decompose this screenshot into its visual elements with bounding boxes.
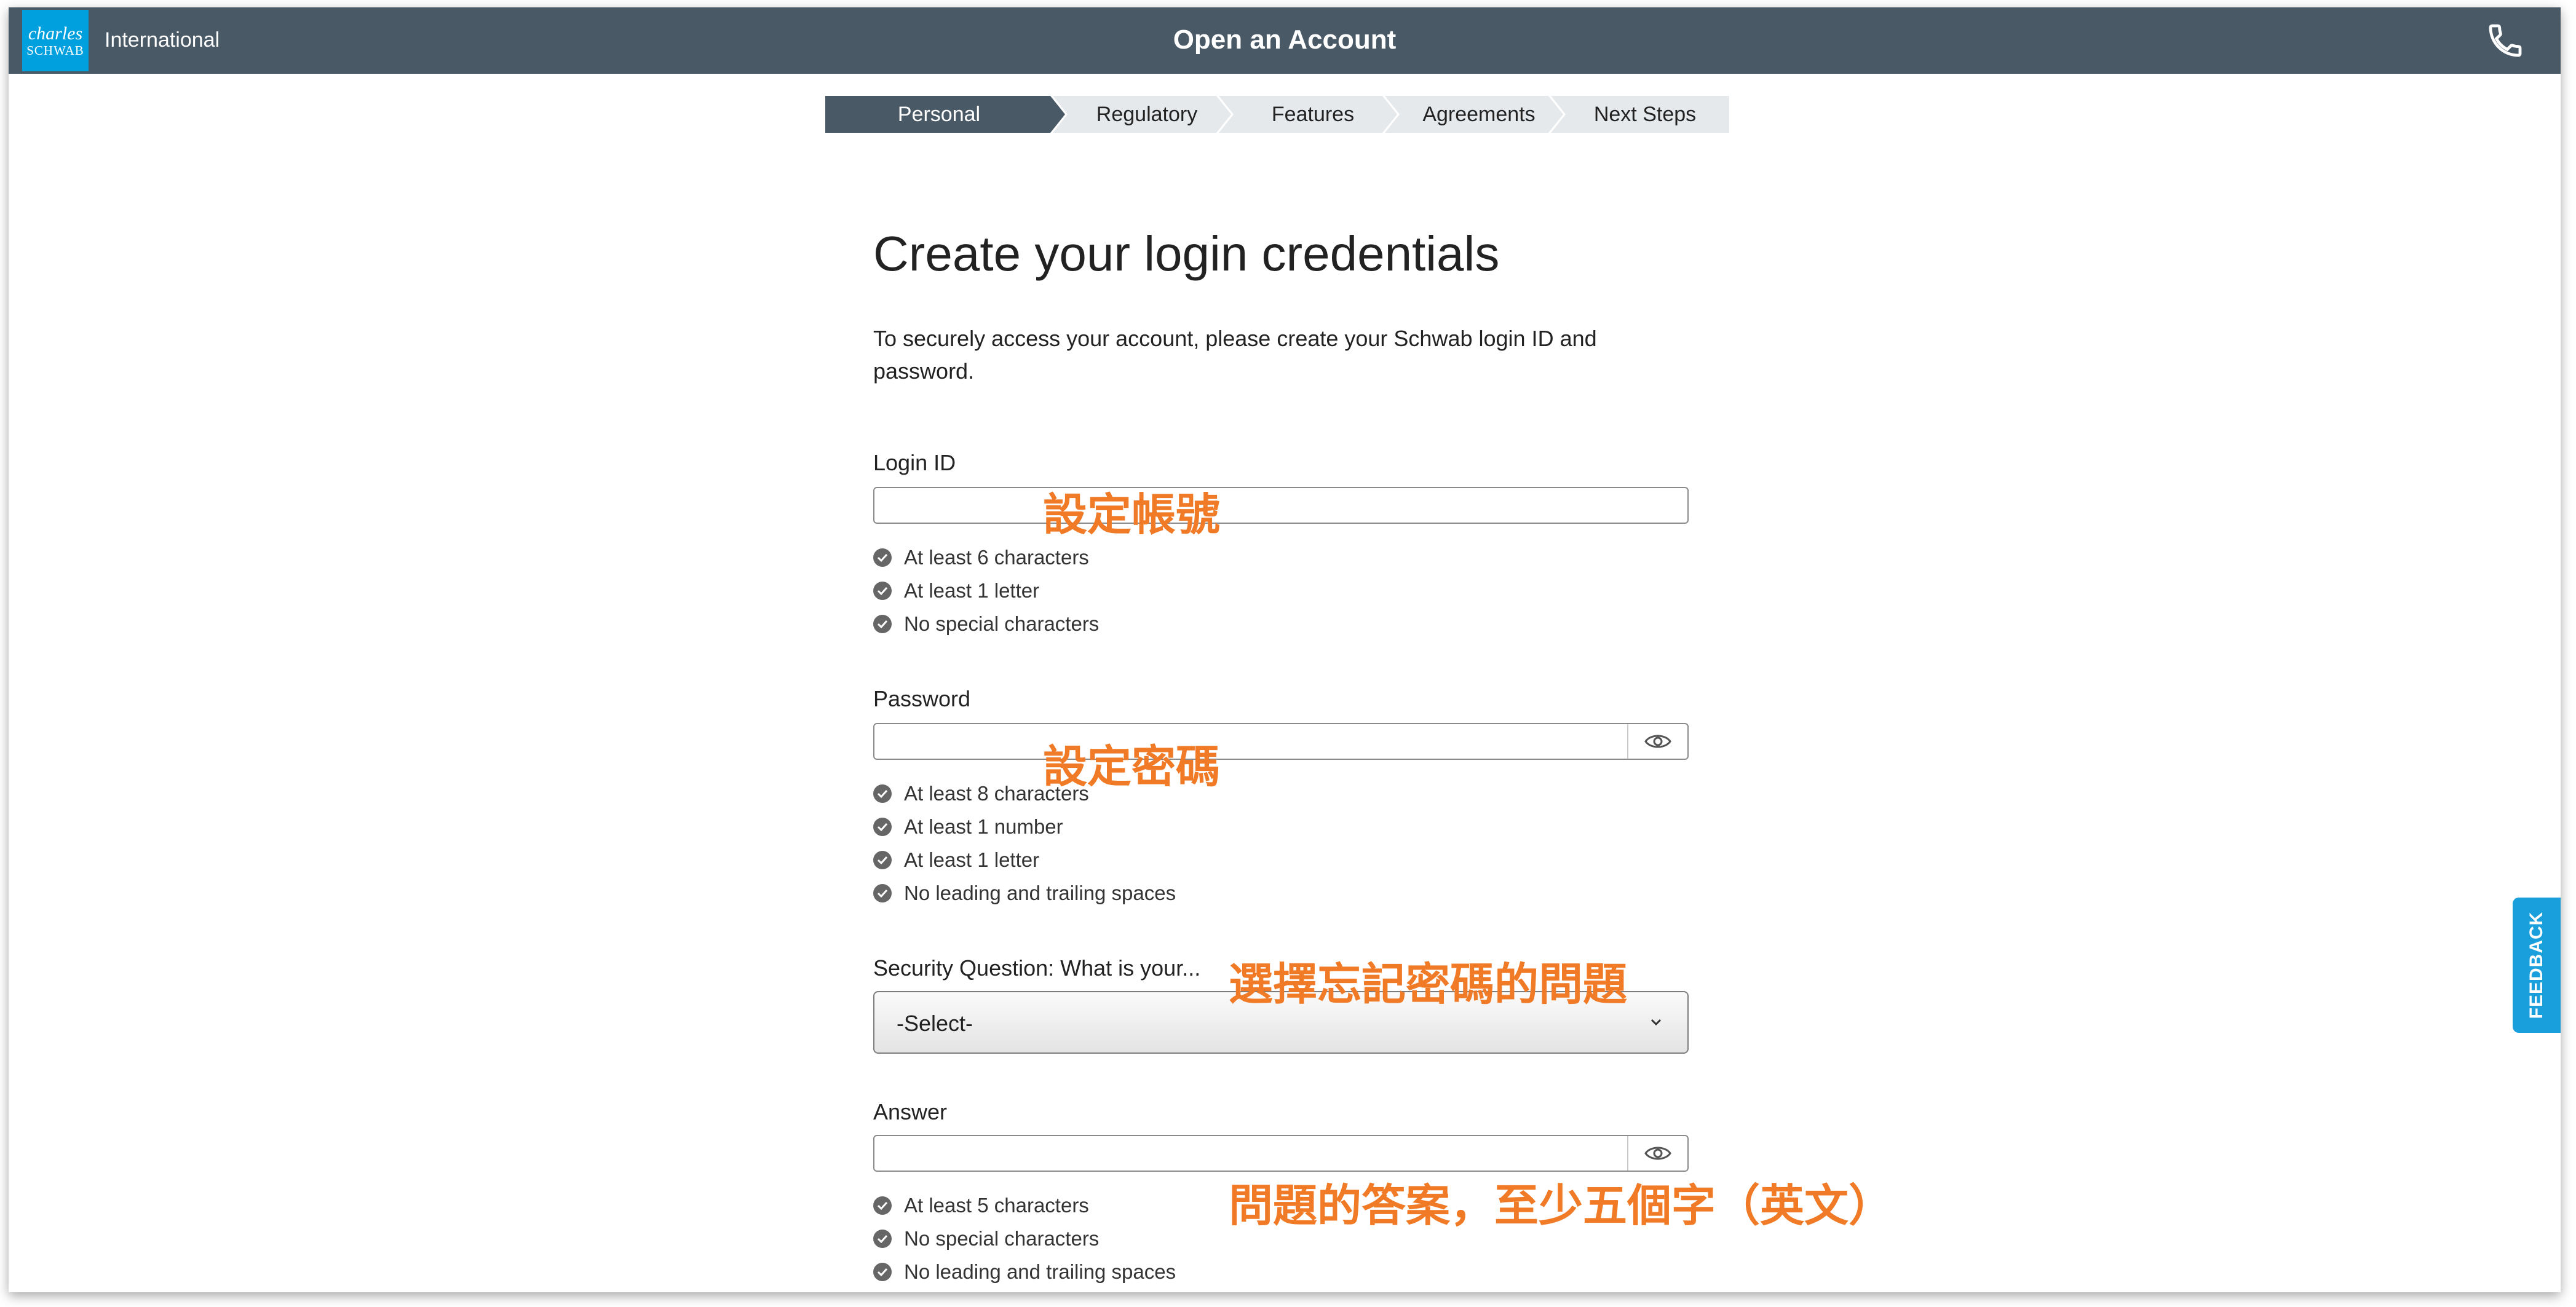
top-bar: charles SCHWAB International Open an Acc…: [9, 7, 2561, 74]
eye-icon: [1644, 735, 1671, 748]
show-password-button[interactable]: [1627, 724, 1687, 759]
security-question-label: Security Question: What is your...: [873, 955, 1201, 981]
check-icon: [873, 615, 892, 633]
progress-stepper: Personal Regulatory Features Agreements …: [825, 96, 1729, 133]
rule-item: At least 1 number: [873, 810, 1176, 843]
check-icon: [873, 1230, 892, 1248]
check-icon: [873, 582, 892, 600]
check-icon: [873, 818, 892, 836]
step-personal: Personal: [825, 96, 1065, 133]
browser-frame: charles SCHWAB International Open an Acc…: [9, 7, 2561, 1292]
rule-text: No special characters: [904, 612, 1100, 635]
feedback-tab[interactable]: FEEDBACK: [2513, 898, 2561, 1033]
step-label: Agreements: [1422, 103, 1536, 126]
annotation-password: 設定密碼: [1043, 741, 1221, 792]
login-id-label: Login ID: [873, 450, 956, 475]
eye-icon: [1644, 1147, 1671, 1160]
rule-text: No special characters: [904, 1227, 1100, 1250]
annotation-answer: 問題的答案，至少五個字（英文）: [1229, 1180, 1893, 1231]
chevron-down-icon: [1651, 1019, 1662, 1026]
page-title: Create your login credentials: [873, 226, 1500, 281]
step-features: Features: [1219, 96, 1397, 133]
check-icon: [873, 851, 892, 869]
rule-item: No leading and trailing spaces: [873, 1255, 1176, 1289]
rule-text: No leading and trailing spaces: [904, 1260, 1176, 1283]
intro-text: To securely access your account, please …: [873, 326, 1597, 384]
annotation-login: 設定帳號: [1043, 489, 1221, 540]
password-label: Password: [873, 686, 971, 711]
rule-text: At least 6 characters: [904, 546, 1089, 569]
step-label: Personal: [897, 103, 981, 126]
answer-input[interactable]: [873, 1135, 1689, 1172]
step-next-steps: Next Steps: [1551, 96, 1729, 133]
step-label: Regulatory: [1096, 103, 1198, 126]
phone-icon[interactable]: [2486, 21, 2525, 60]
page-header-title: Open an Account: [1173, 25, 1397, 55]
rule-item: No special characters: [873, 607, 1099, 641]
rule-text: At least 1 number: [904, 815, 1063, 838]
check-icon: [873, 548, 892, 567]
annotation-security: 選擇忘記密碼的問題: [1229, 958, 1628, 1010]
select-value: -Select-: [897, 1011, 973, 1036]
login-id-rules: At least 6 characters At least 1 letter …: [873, 541, 1099, 641]
step-agreements: Agreements: [1385, 96, 1563, 133]
rule-item: No leading and trailing spaces: [873, 877, 1176, 910]
check-icon: [873, 884, 892, 902]
rule-item: At least 1 letter: [873, 574, 1099, 607]
step-label: Next Steps: [1593, 103, 1697, 126]
rule-item: At least 5 characters: [873, 1189, 1176, 1222]
rule-item: No special characters: [873, 1222, 1176, 1255]
answer-label: Answer: [873, 1099, 948, 1124]
password-input[interactable]: [873, 723, 1689, 760]
step-label: Features: [1271, 103, 1355, 126]
show-answer-button[interactable]: [1627, 1136, 1687, 1171]
rule-item: At least 6 characters: [873, 541, 1099, 574]
feedback-label: FEEDBACK: [2526, 911, 2546, 1019]
check-icon: [873, 784, 892, 803]
login-id-input[interactable]: [873, 487, 1689, 524]
step-regulatory: Regulatory: [1053, 96, 1231, 133]
rule-text: No leading and trailing spaces: [904, 882, 1176, 904]
check-icon: [873, 1263, 892, 1281]
rule-item: At least 1 letter: [873, 843, 1176, 877]
check-icon: [873, 1196, 892, 1215]
rule-text: At least 1 letter: [904, 579, 1040, 602]
password-rules: At least 8 characters At least 1 number …: [873, 777, 1176, 910]
rule-text: At least 1 letter: [904, 848, 1040, 871]
answer-rules: At least 5 characters No special charact…: [873, 1189, 1176, 1289]
rule-text: At least 5 characters: [904, 1194, 1089, 1217]
